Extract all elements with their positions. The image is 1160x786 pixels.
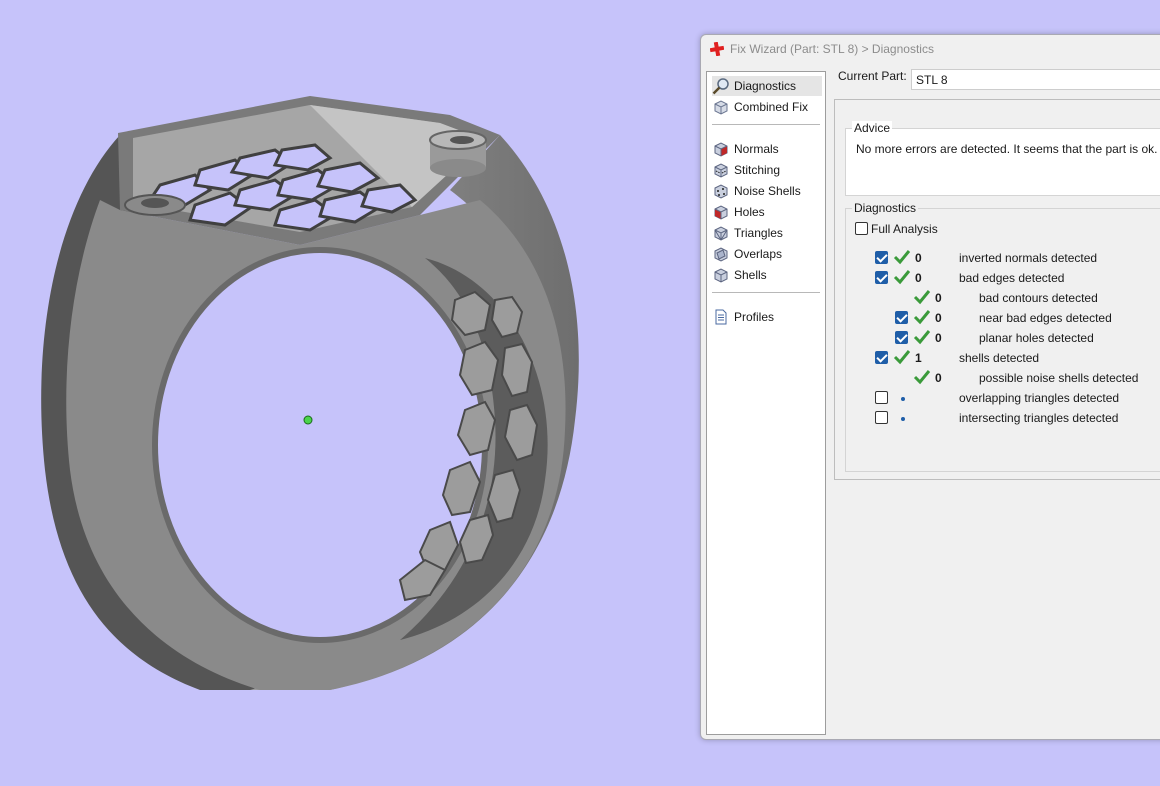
check-icon [913,290,931,305]
row-count: 0 [935,371,942,385]
diagnostics-group: Diagnostics Full Analysis 0 inverted nor… [845,201,1160,472]
normals-cube-icon [714,142,728,157]
nav-item-holes[interactable]: Holes [712,202,822,222]
overlapping-triangles-checkbox[interactable] [875,391,888,404]
nav-item-label: Diagnostics [734,79,797,93]
nav-item-overlaps[interactable]: Overlaps [712,244,822,264]
check-icon [913,310,931,325]
shells-cube-icon [714,268,728,283]
nav-item-stitching[interactable]: Stitching [712,160,822,180]
row-count: 0 [935,331,942,345]
bad-edges-checkbox[interactable] [875,271,888,284]
combined-fix-icon [714,100,728,115]
nav-item-label: Triangles [734,226,783,240]
nav-item-label: Shells [734,268,767,282]
nav-item-profiles[interactable]: Profiles [712,307,822,327]
stitching-cube-icon [714,163,728,178]
nav-item-combined-fix[interactable]: Combined Fix [712,97,822,117]
triangles-cube-icon [714,226,728,241]
pending-dot-icon [901,417,905,421]
nav-separator [712,292,820,293]
row-count: 1 [915,351,922,365]
shells-checkbox[interactable] [875,351,888,364]
full-analysis-label: Full Analysis [871,222,938,236]
nav-item-diagnostics[interactable]: Diagnostics [712,76,822,96]
nav-item-noise-shells[interactable]: Noise Shells [712,181,822,201]
row-label: intersecting triangles detected [959,411,1119,425]
magnifier-icon [712,78,729,95]
full-analysis-checkbox[interactable] [855,222,868,235]
row-label: possible noise shells detected [979,371,1139,385]
diagnostics-page: Advice No more errors are detected. It s… [834,99,1160,480]
row-label: planar holes detected [979,331,1094,345]
document-icon [715,309,727,325]
row-label: near bad edges detected [979,311,1112,325]
wizard-nav-panel: Diagnostics Combined Fix Normals Stitchi… [706,71,826,735]
near-bad-edges-checkbox[interactable] [895,311,908,324]
advice-group: Advice No more errors are detected. It s… [845,121,1160,196]
row-count: 0 [915,271,922,285]
nav-item-label: Combined Fix [734,100,809,114]
advice-text: No more errors are detected. It seems th… [856,142,1160,156]
nav-item-label: Overlaps [734,247,783,261]
row-count: 0 [915,251,922,265]
nav-item-label: Stitching [734,163,781,177]
overlaps-cube-icon [714,247,728,262]
nav-item-label: Normals [734,142,779,156]
nav-item-normals[interactable]: Normals [712,139,822,159]
nav-item-label: Holes [734,205,765,219]
row-label: shells detected [959,351,1040,365]
row-label: overlapping triangles detected [959,391,1120,405]
check-icon [913,330,931,345]
check-icon [913,370,931,385]
fix-wizard-window: Fix Wizard (Part: STL 8) > Diagnostics D… [700,34,1160,740]
nav-separator [712,124,820,125]
nav-item-shells[interactable]: Shells [712,265,822,285]
row-count: 0 [935,291,942,305]
current-part-label: Current Part: [838,69,907,83]
row-label: inverted normals detected [959,251,1098,265]
check-icon [893,250,911,265]
nav-item-label: Profiles [734,310,775,324]
pending-dot-icon [901,397,905,401]
planar-holes-checkbox[interactable] [895,331,908,344]
intersecting-triangles-checkbox[interactable] [875,411,888,424]
holes-cube-icon [714,205,728,220]
diagnostics-group-title: Diagnostics [852,201,919,215]
check-icon [893,350,911,365]
title-bar[interactable]: Fix Wizard (Part: STL 8) > Diagnostics [701,35,1160,63]
row-label: bad contours detected [979,291,1098,305]
current-part-field[interactable]: STL 8 [911,69,1160,90]
window-title: Fix Wizard (Part: STL 8) > Diagnostics [730,42,934,56]
nav-item-triangles[interactable]: Triangles [712,223,822,243]
pivot-marker [303,415,313,425]
row-count: 0 [935,311,942,325]
check-icon [893,270,911,285]
inverted-normals-checkbox[interactable] [875,251,888,264]
row-label: bad edges detected [959,271,1065,285]
nav-item-label: Noise Shells [734,184,801,198]
red-cross-icon [710,42,724,56]
ring-model[interactable] [0,0,700,786]
noise-shells-cube-icon [714,184,728,199]
advice-group-title: Advice [852,121,893,135]
